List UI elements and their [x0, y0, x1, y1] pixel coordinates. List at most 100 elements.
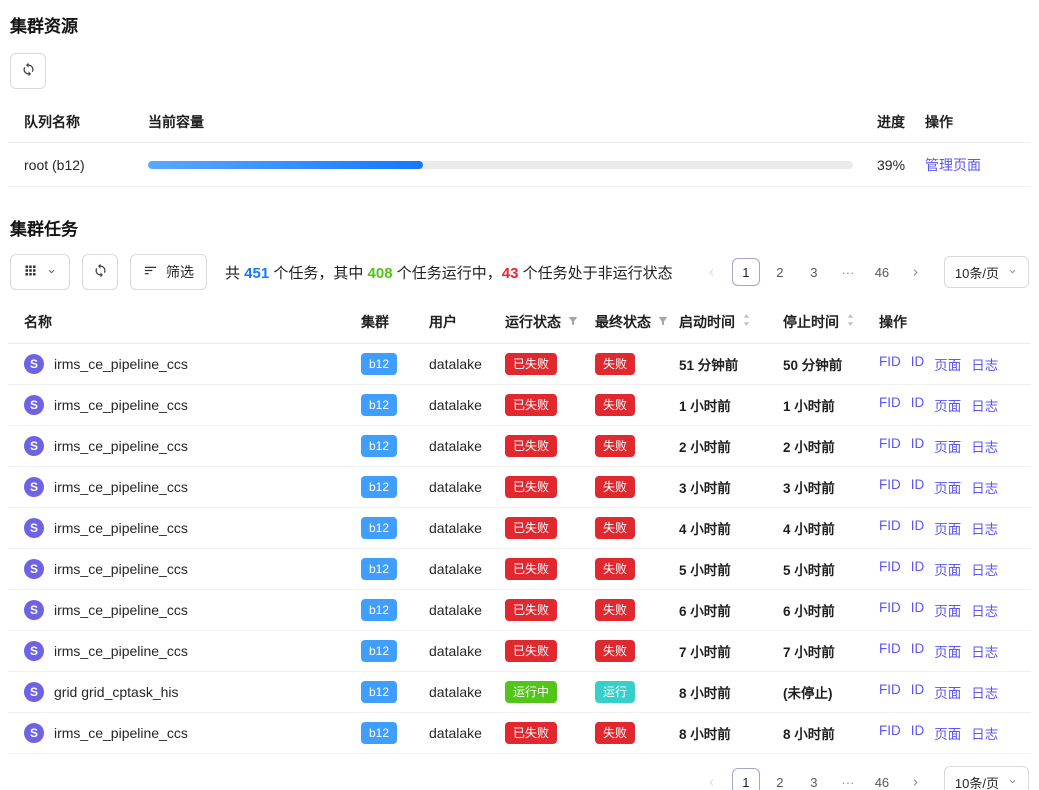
task-action-page-link[interactable]: 页面 [934, 723, 961, 743]
task-action-log-link[interactable]: 日志 [971, 723, 998, 743]
task-table: 名称 集群 用户 运行状态 最终状态 启动时间 停止时间 [8, 300, 1031, 754]
task-action-fid-link[interactable]: FID [879, 559, 901, 579]
task-action-log-link[interactable]: 日志 [971, 559, 998, 579]
task-action-fid-link[interactable]: FID [879, 723, 901, 743]
task-action-page-link[interactable]: 页面 [934, 559, 961, 579]
summary-text: 个任务运行中， [393, 265, 502, 282]
progress-percent: 39% [877, 157, 925, 173]
pagination-next[interactable] [902, 258, 930, 286]
task-action-id-link[interactable]: ID [911, 723, 925, 743]
task-action-id-link[interactable]: ID [911, 354, 925, 374]
task-action-log-link[interactable]: 日志 [971, 395, 998, 415]
task-name: irms_ce_pipeline_ccs [54, 602, 188, 618]
stop-time: 50 分钟前 [783, 354, 879, 374]
pagination-ellipsis: ··· [834, 768, 862, 790]
task-action-id-link[interactable]: ID [911, 518, 925, 538]
task-action-fid-link[interactable]: FID [879, 395, 901, 415]
pagination-bottom: 123 ··· 46 10条/页 [698, 766, 1029, 790]
task-action-page-link[interactable]: 页面 [934, 436, 961, 456]
col-header-run-status: 运行状态 [505, 312, 595, 332]
task-action-log-link[interactable]: 日志 [971, 600, 998, 620]
task-action-fid-link[interactable]: FID [879, 600, 901, 620]
filter-lines-icon [143, 263, 158, 281]
pagination-page-3[interactable]: 3 [800, 768, 828, 790]
sort-icon[interactable] [741, 313, 752, 330]
col-header-user: 用户 [429, 312, 505, 332]
manage-page-link[interactable]: 管理页面 [925, 157, 981, 173]
task-action-page-link[interactable]: 页面 [934, 354, 961, 374]
task-action-fid-link[interactable]: FID [879, 518, 901, 538]
stop-time: 6 小时前 [783, 600, 879, 620]
task-name: irms_ce_pipeline_ccs [54, 356, 188, 372]
filter-button[interactable]: 筛选 [130, 254, 207, 290]
pagination-page-2[interactable]: 2 [766, 768, 794, 790]
funnel-filter-icon[interactable] [567, 314, 579, 330]
spark-avatar-icon: S [24, 559, 44, 579]
funnel-filter-icon[interactable] [657, 314, 669, 330]
task-action-log-link[interactable]: 日志 [971, 477, 998, 497]
task-action-fid-link[interactable]: FID [879, 477, 901, 497]
page-size-select[interactable]: 10条/页 [944, 766, 1029, 790]
task-action-id-link[interactable]: ID [911, 641, 925, 661]
task-name: irms_ce_pipeline_ccs [54, 643, 188, 659]
pagination-page-1[interactable]: 1 [732, 258, 760, 286]
pagination-page-1[interactable]: 1 [732, 768, 760, 790]
refresh-resources-button[interactable] [10, 53, 46, 89]
task-action-log-link[interactable]: 日志 [971, 436, 998, 456]
page: 集群资源 队列名称 当前容量 进度 操作 root (b12) [0, 0, 1039, 790]
task-action-fid-link[interactable]: FID [879, 682, 901, 702]
pagination-page-2[interactable]: 2 [766, 258, 794, 286]
run-status-badge: 已失败 [505, 517, 557, 539]
task-action-page-link[interactable]: 页面 [934, 518, 961, 538]
task-user: datalake [429, 397, 505, 413]
stop-time: 4 小时前 [783, 518, 879, 538]
task-action-page-link[interactable]: 页面 [934, 477, 961, 497]
task-action-id-link[interactable]: ID [911, 682, 925, 702]
cluster-badge: b12 [361, 599, 397, 621]
pagination-next[interactable] [902, 768, 930, 790]
pagination-page-46[interactable]: 46 [868, 768, 896, 790]
pagination-pages: 123 ··· 46 [732, 768, 896, 790]
page-size-select[interactable]: 10条/页 [944, 256, 1029, 288]
sort-icon[interactable] [845, 313, 856, 330]
spark-avatar-icon: S [24, 723, 44, 743]
final-status-badge: 失败 [595, 394, 635, 416]
task-actions: FID ID 页面日志 [879, 559, 1015, 579]
task-action-log-link[interactable]: 日志 [971, 354, 998, 374]
refresh-tasks-button[interactable] [82, 254, 118, 290]
layout-select-button[interactable] [10, 254, 70, 290]
final-status-badge: 失败 [595, 517, 635, 539]
pagination-page-46[interactable]: 46 [868, 258, 896, 286]
table-row: S irms_ce_pipeline_ccs b12 datalake 已失败 … [8, 590, 1031, 631]
pagination-ellipsis: ··· [834, 258, 862, 286]
chevron-down-icon [46, 264, 57, 280]
task-action-id-link[interactable]: ID [911, 477, 925, 497]
task-action-page-link[interactable]: 页面 [934, 600, 961, 620]
task-action-log-link[interactable]: 日志 [971, 682, 998, 702]
col-header-cluster: 集群 [361, 312, 429, 332]
task-action-id-link[interactable]: ID [911, 600, 925, 620]
task-action-id-link[interactable]: ID [911, 559, 925, 579]
task-action-fid-link[interactable]: FID [879, 354, 901, 374]
task-action-id-link[interactable]: ID [911, 395, 925, 415]
table-row: S irms_ce_pipeline_ccs b12 datalake 已失败 … [8, 344, 1031, 385]
task-action-page-link[interactable]: 页面 [934, 641, 961, 661]
pagination-prev[interactable] [698, 768, 726, 790]
stop-time: 7 小时前 [783, 641, 879, 661]
task-action-fid-link[interactable]: FID [879, 436, 901, 456]
cluster-tasks-section: 集群任务 筛选 共 451 个任务，其中 [8, 215, 1031, 790]
task-action-log-link[interactable]: 日志 [971, 518, 998, 538]
task-action-page-link[interactable]: 页面 [934, 395, 961, 415]
task-action-id-link[interactable]: ID [911, 436, 925, 456]
start-time: 6 小时前 [679, 600, 783, 620]
col-header-name: 名称 [24, 312, 361, 332]
task-action-fid-link[interactable]: FID [879, 641, 901, 661]
pagination-page-3[interactable]: 3 [800, 258, 828, 286]
task-action-page-link[interactable]: 页面 [934, 682, 961, 702]
task-name: irms_ce_pipeline_ccs [54, 561, 188, 577]
final-status-badge: 失败 [595, 599, 635, 621]
pagination-prev[interactable] [698, 258, 726, 286]
task-action-log-link[interactable]: 日志 [971, 641, 998, 661]
final-status-badge: 失败 [595, 435, 635, 457]
start-time: 8 小时前 [679, 682, 783, 702]
